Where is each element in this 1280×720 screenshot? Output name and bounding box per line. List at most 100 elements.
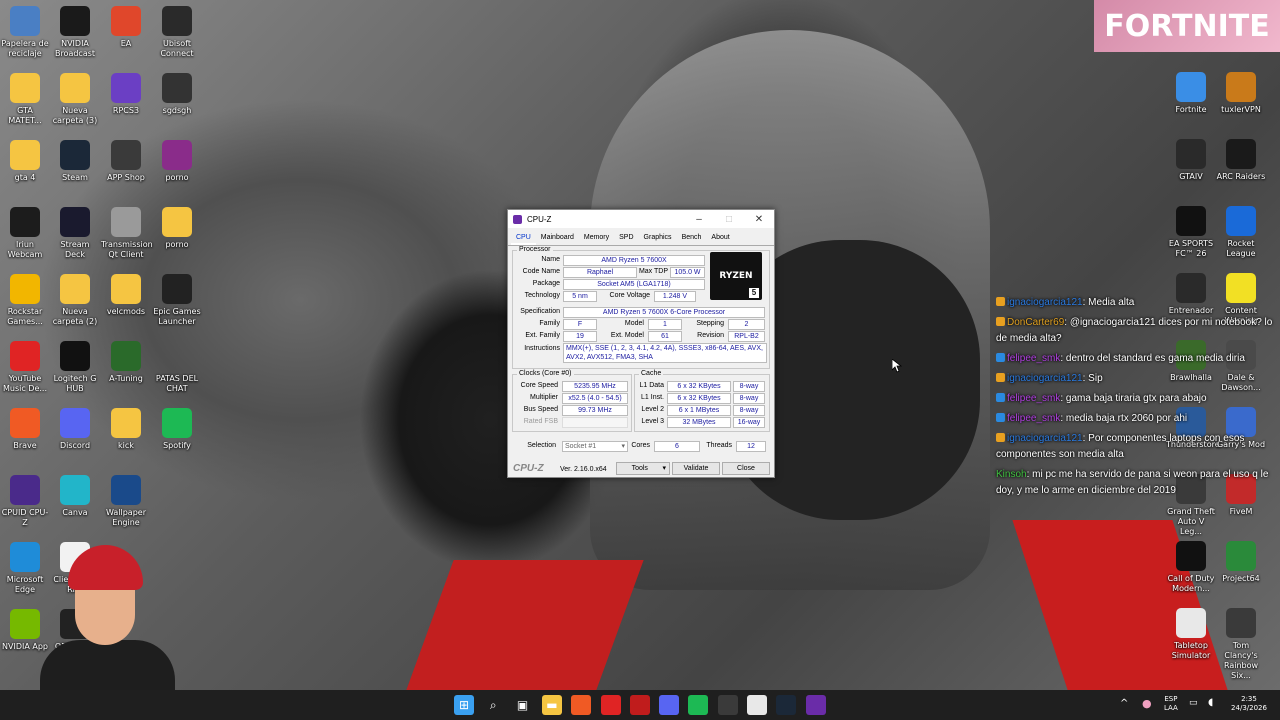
desktop-icon[interactable]: kick xyxy=(101,408,151,451)
chat-text: : Media alta xyxy=(1082,297,1135,308)
fortnite-icon xyxy=(1176,72,1206,102)
desktop-icon-label: Project64 xyxy=(1222,574,1260,583)
volume-icon[interactable]: ◖ xyxy=(1208,697,1213,708)
desktop-icon[interactable]: Canva xyxy=(50,475,100,518)
tab-mainboard[interactable]: Mainboard xyxy=(536,232,579,245)
desktop-icon[interactable]: APP Shop xyxy=(101,140,151,183)
desktop-icon[interactable]: Project64 xyxy=(1216,541,1266,584)
desktop-icon[interactable]: Nueva carpeta (3) xyxy=(50,73,100,126)
desktop-icon[interactable]: RPCS3 xyxy=(101,73,151,116)
brave-icon[interactable] xyxy=(571,695,592,715)
tab-about[interactable]: About xyxy=(706,232,734,245)
cache-group-title: Cache xyxy=(639,370,664,377)
app-shop-icon xyxy=(111,140,141,170)
validate-button[interactable]: Validate xyxy=(672,462,720,475)
language-indicator[interactable]: ESP LAA xyxy=(1164,695,1178,713)
tab-memory[interactable]: Memory xyxy=(579,232,614,245)
desktop-icon[interactable]: Epic Games Launcher xyxy=(152,274,202,327)
l1data-label: L1 Data xyxy=(639,382,664,389)
maximize-icon[interactable]: □ xyxy=(714,214,744,225)
steam-icon[interactable] xyxy=(776,695,797,715)
minimize-icon[interactable]: – xyxy=(684,214,714,225)
desktop-icon[interactable]: YouTube Music De... xyxy=(0,341,50,394)
desktop-icon-label: Spotify xyxy=(163,441,191,450)
desktop-icon-label: GTA MATET... xyxy=(8,106,42,125)
spec-label: Specification xyxy=(520,308,560,315)
search-icon[interactable]: ⌕ xyxy=(483,695,503,715)
threads-label: Threads xyxy=(706,442,732,449)
desktop-icon[interactable]: velcmods xyxy=(101,274,151,317)
desktop-icon[interactable]: gta 4 xyxy=(0,140,50,183)
technology-value: 5 nm xyxy=(563,291,597,302)
tab-bench[interactable]: Bench xyxy=(677,232,707,245)
tab-spd[interactable]: SPD xyxy=(614,232,638,245)
desktop-icon[interactable]: Rockstar Games... xyxy=(0,274,50,327)
desktop-icon[interactable]: Call of Duty Modern... xyxy=(1166,541,1216,594)
desktop-icon[interactable]: Brave xyxy=(0,408,50,451)
desktop-icon[interactable]: Ubisoft Connect xyxy=(152,6,202,59)
desktop-icon[interactable]: GTA MATET... xyxy=(0,73,50,126)
chat-username: felipee_smk xyxy=(1007,393,1061,404)
valorant-icon[interactable] xyxy=(717,695,738,715)
discord-icon[interactable] xyxy=(659,695,680,715)
windows-start-icon[interactable]: ⊞ xyxy=(454,695,474,715)
chevron-up-icon[interactable]: ^ xyxy=(1120,698,1128,709)
desktop-icon[interactable]: tuxlerVPN xyxy=(1216,72,1266,115)
desktop-icon[interactable]: Tabletop Simulator xyxy=(1166,608,1216,661)
file-explorer-icon[interactable]: ▬ xyxy=(541,695,562,715)
desktop-icon[interactable]: Nueva carpeta (2) xyxy=(50,274,100,327)
desktop-icon[interactable]: porno xyxy=(152,207,202,250)
desktop-icon[interactable]: GTAIV xyxy=(1166,139,1216,182)
iriun-webcam-icon xyxy=(10,207,40,237)
network-icon[interactable]: ▭ xyxy=(1189,698,1198,708)
desktop-icon-label: EA SPORTS FC™ 26 xyxy=(1168,239,1214,258)
tab-graphics[interactable]: Graphics xyxy=(639,232,677,245)
desktop-icon-label: Rocket League xyxy=(1226,239,1256,258)
close-button[interactable]: Close xyxy=(722,462,770,475)
desktop-icon[interactable]: A-Tuning xyxy=(101,341,151,384)
close-icon[interactable]: ✕ xyxy=(744,214,774,225)
fortnite-overlay-banner: FORTNITE xyxy=(1094,0,1280,52)
desktop-icon[interactable]: CPUID CPU-Z xyxy=(0,475,50,528)
desktop-icon[interactable]: Rocket League xyxy=(1216,206,1266,259)
desktop-icon[interactable]: sgdsgh xyxy=(152,73,202,116)
desktop-icon[interactable]: NVIDIA Broadcast xyxy=(50,6,100,59)
desktop-icon[interactable]: Tom Clancy's Rainbow Six... xyxy=(1216,608,1266,681)
desktop-icon[interactable]: Transmission Qt Client xyxy=(101,207,153,260)
extfamily-label: Ext. Family xyxy=(525,332,560,339)
desktop-icon[interactable]: Papelera de reciclaje xyxy=(0,6,50,59)
desktop-icon[interactable]: Steam xyxy=(50,140,100,183)
desktop-icon[interactable]: Discord xyxy=(50,408,100,451)
desktop-icon[interactable]: Iriun Webcam xyxy=(0,207,50,260)
chat-username: ignaciogarcia121 xyxy=(1007,433,1083,444)
desktop-icon[interactable]: Logitech G HUB xyxy=(50,341,100,394)
chrome-icon[interactable] xyxy=(747,695,767,715)
spotify-icon[interactable] xyxy=(688,695,709,715)
chat-message: ignaciogarcia121: Sip xyxy=(996,370,1280,390)
desktop-icon[interactable]: EA SPORTS FC™ 26 xyxy=(1166,206,1216,259)
desktop-icon[interactable]: Spotify xyxy=(152,408,202,451)
desktop-icon[interactable]: porno xyxy=(152,140,202,183)
tab-cpu[interactable]: CPU xyxy=(511,232,536,245)
cpuz-titlebar[interactable]: CPU-Z – □ ✕ xyxy=(508,210,774,228)
eafc-icon xyxy=(1176,206,1206,236)
microphone-icon[interactable]: ● xyxy=(1142,697,1152,710)
selection-dropdown[interactable]: Socket #1 ▾ xyxy=(562,441,628,452)
adobe-icon[interactable] xyxy=(629,695,650,715)
cpuz-window[interactable]: CPU-Z – □ ✕ CPU Mainboard Memory SPD Gra… xyxy=(507,209,775,478)
desktop-icon[interactable]: ARC Raiders xyxy=(1216,139,1266,182)
cpuz-icon[interactable] xyxy=(805,695,826,715)
clock[interactable]: 2:35 24/3/2026 xyxy=(1224,695,1274,713)
package-value: Socket AM5 (LGA1718) xyxy=(563,279,705,290)
desktop-icon[interactable]: Fortnite xyxy=(1166,72,1216,115)
tools-button[interactable]: Tools ▾ xyxy=(616,462,670,475)
desktop-icon[interactable]: Stream Deck xyxy=(50,207,100,260)
desktop-icon-label: Rockstar Games... xyxy=(7,307,43,326)
folder-icon xyxy=(60,274,90,304)
desktop-icon[interactable]: Wallpaper Engine xyxy=(101,475,151,528)
desktop-icon[interactable]: EA xyxy=(101,6,151,49)
task-view-icon[interactable]: ▣ xyxy=(513,695,533,715)
youtube-music-icon[interactable] xyxy=(600,695,621,715)
desktop-icon-label: FiveM xyxy=(1229,507,1253,516)
desktop-icon[interactable]: PATAS DEL CHAT xyxy=(152,341,202,394)
